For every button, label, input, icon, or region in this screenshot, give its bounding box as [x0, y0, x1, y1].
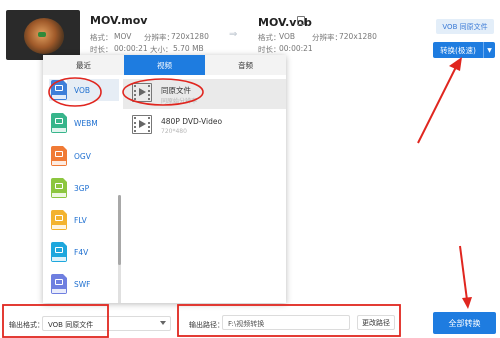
convert-dropdown-icon[interactable]: ▼ [483, 42, 495, 58]
source-filename: MOV.mov [90, 14, 148, 27]
convert-all-button[interactable]: 全部转换 [433, 312, 496, 334]
source-format-label: 格式： [90, 33, 113, 42]
output-path-label: 输出路径： [189, 321, 224, 329]
convert-fast-label: 转换(极速) [440, 45, 476, 55]
target-duration: 00:00:21 [279, 44, 313, 53]
format-list-scrollbar[interactable] [118, 195, 121, 303]
preset-480p-dvd[interactable]: 480P DVD-Video 720*480 [123, 111, 286, 141]
scrollbar-thumb[interactable] [118, 195, 121, 265]
source-duration-label: 时长： [90, 45, 113, 54]
format-item-swf[interactable]: SWF [49, 273, 119, 295]
output-path-value: F:\视频转换 [228, 320, 265, 328]
format-item-label: F4V [74, 247, 89, 257]
video-thumbnail[interactable] [6, 10, 80, 60]
format-item-vob[interactable]: VOB [49, 79, 119, 101]
format-list: VOB WEBM OGV 3GP FLV F4V SWF [43, 75, 123, 303]
preset-subtitle: 同原始分辨率 [161, 98, 198, 105]
convert-all-pointer-arrow [459, 245, 468, 301]
source-resolution: 720x1280 [171, 32, 209, 41]
tab-video[interactable]: 视频 [124, 55, 205, 75]
format-item-label: WEBM [74, 118, 98, 128]
output-format-value: VOB 同原文件 [48, 321, 94, 329]
format-tabs: 最近 视频 音频 [43, 55, 286, 75]
flv-file-icon [51, 210, 67, 230]
converter-window: MOV.mov 格式： MOV 分辨率： 720x1280 时长： 00:00:… [0, 0, 500, 338]
format-item-label: 3GP [74, 183, 90, 193]
swf-file-icon [51, 274, 67, 294]
convert-pointer-arrow [417, 64, 458, 144]
preset-title: 480P DVD-Video [161, 117, 223, 126]
3gp-file-icon [51, 178, 67, 198]
output-format-button[interactable]: VOB 同原文件 [436, 19, 494, 34]
film-icon [132, 83, 152, 102]
format-item-f4v[interactable]: F4V [49, 241, 119, 263]
convert-all-pointer-arrowhead [462, 297, 472, 309]
preset-title: 同原文件 [161, 86, 191, 95]
source-duration: 00:00:21 [114, 44, 148, 53]
tab-recent[interactable]: 最近 [43, 55, 124, 75]
output-path-field[interactable]: F:\视频转换 [222, 315, 350, 330]
target-resolution-label: 分辨率： [312, 33, 342, 42]
convert-fast-button[interactable]: 转换(极速) ▼ [433, 42, 495, 58]
edit-filename-icon[interactable] [297, 16, 305, 25]
f4v-file-icon [51, 242, 67, 262]
target-format-label: 格式： [258, 33, 281, 42]
convert-pointer-arrowhead [449, 57, 462, 71]
format-item-label: OGV [74, 151, 91, 161]
format-item-label: SWF [74, 279, 91, 289]
ogv-file-icon [51, 146, 67, 166]
target-format: VOB [279, 32, 296, 41]
thumbnail-garnish [38, 32, 46, 37]
source-format: MOV [114, 32, 132, 41]
format-item-flv[interactable]: FLV [49, 209, 119, 231]
format-item-label: VOB [74, 85, 91, 95]
format-picker-popup: 最近 视频 音频 VOB WEBM OGV 3GP FLV F4V SWF 同原… [43, 55, 286, 303]
change-path-button[interactable]: 更改路径 [357, 315, 395, 330]
chevron-down-icon [160, 321, 166, 325]
source-size: 5.70 MB [173, 44, 204, 53]
format-item-ogv[interactable]: OGV [49, 145, 119, 167]
tab-audio[interactable]: 音频 [205, 55, 286, 75]
source-size-label: 大小： [150, 45, 173, 54]
convert-arrow-icon: ⇒ [229, 29, 238, 40]
format-item-3gp[interactable]: 3GP [49, 177, 119, 199]
output-format-select[interactable]: VOB 同原文件 [42, 316, 171, 331]
vob-file-icon [51, 80, 67, 100]
source-resolution-label: 分辨率： [144, 33, 174, 42]
target-resolution: 720x1280 [339, 32, 377, 41]
target-duration-label: 时长： [258, 45, 281, 54]
preset-subtitle: 720*480 [161, 128, 187, 135]
preset-list: 同原文件 同原始分辨率 480P DVD-Video 720*480 [123, 75, 286, 303]
format-item-webm[interactable]: WEBM [49, 112, 119, 134]
preset-same-as-source[interactable]: 同原文件 同原始分辨率 [123, 79, 286, 109]
webm-file-icon [51, 113, 67, 133]
film-icon [132, 115, 152, 134]
format-item-label: FLV [74, 215, 87, 225]
output-format-label: 输出格式： [9, 321, 44, 329]
